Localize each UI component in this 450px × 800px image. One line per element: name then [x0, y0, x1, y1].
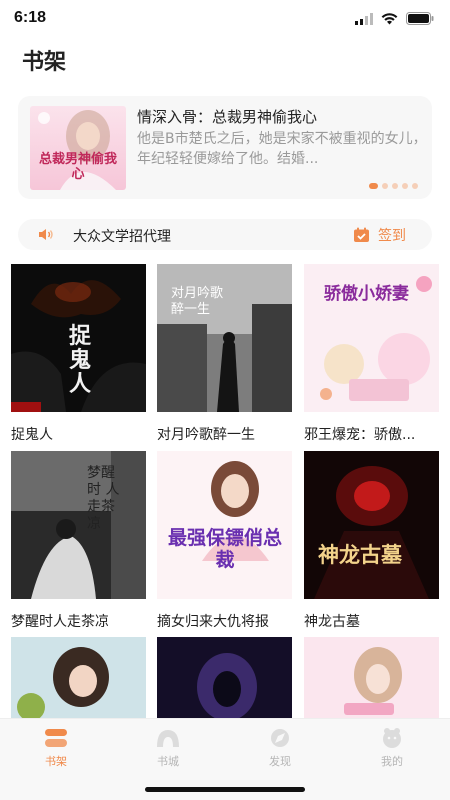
- calendar-check-icon: [354, 227, 369, 242]
- book-item[interactable]: 骄傲小娇妻 邪王爆宠：骄傲...: [304, 264, 439, 444]
- book-cover[interactable]: 捉鬼人: [11, 264, 146, 412]
- book-cover-text: 最强保镖俏总裁: [167, 527, 282, 571]
- book-item[interactable]: 捉鬼人 捉鬼人: [11, 264, 146, 444]
- status-bar: 6:18: [0, 0, 450, 36]
- book-title[interactable]: 对月吟歌醉一生: [157, 424, 292, 444]
- book-cover[interactable]: 梦醒时 人走茶凉: [11, 451, 146, 599]
- profile-icon: [383, 728, 401, 748]
- signal-icon: [355, 12, 373, 25]
- banner-book-cover[interactable]: 总裁男神偷我心: [30, 106, 126, 190]
- speaker-icon: [39, 229, 53, 240]
- book-cover[interactable]: [157, 637, 292, 718]
- notice-bar[interactable]: 大众文学招代理 签到: [18, 219, 432, 250]
- book-cover[interactable]: 骄傲小娇妻: [304, 264, 439, 412]
- book-cover-text: 捉鬼人: [69, 323, 92, 397]
- book-item[interactable]: 最强保镖俏总裁 摘女归来大仇将报: [157, 451, 292, 631]
- pagination-dot[interactable]: [402, 183, 408, 189]
- banner-cover-text: 总裁男神偷我心: [38, 152, 117, 182]
- book-cover-text: 梦醒时 人走茶凉: [87, 465, 120, 532]
- banner-description: 他是B市楚氏之后，她是宋家不被重视的女儿，年纪轻轻便嫁给了他。结婚...: [137, 131, 427, 167]
- book-title[interactable]: 梦醒时人走茶凉: [11, 611, 146, 631]
- book-cover[interactable]: 最强保镖俏总裁: [157, 451, 292, 599]
- status-time: 6:18: [14, 9, 47, 26]
- pagination-dot[interactable]: [392, 183, 398, 189]
- pagination-dot[interactable]: [382, 183, 388, 189]
- pagination-dot[interactable]: [369, 183, 378, 189]
- book-cover-text: 骄傲小娇妻: [324, 284, 409, 304]
- book-title[interactable]: 神龙古墓: [304, 611, 439, 631]
- book-item[interactable]: 对月吟歌醉一生 对月吟歌醉一生: [157, 264, 292, 444]
- book-item[interactable]: 神龙古墓 神龙古墓: [304, 451, 439, 631]
- book-title[interactable]: 邪王爆宠：骄傲...: [304, 424, 439, 444]
- tab-profile[interactable]: 我的: [352, 727, 432, 769]
- book-item[interactable]: [304, 637, 439, 718]
- tab-discover[interactable]: 发现: [240, 727, 320, 769]
- tab-label: 书架: [45, 755, 67, 768]
- bookshelf-icon: [45, 729, 67, 747]
- book-cover[interactable]: [11, 637, 146, 718]
- book-title[interactable]: 捉鬼人: [11, 424, 146, 444]
- book-item[interactable]: [157, 637, 292, 718]
- book-cover[interactable]: 神龙古墓: [304, 451, 439, 599]
- book-cover-text: 对月吟歌醉一生: [171, 286, 224, 317]
- page-title: 书架: [22, 50, 67, 75]
- pagination-dot[interactable]: [412, 183, 418, 189]
- tab-bookshelf[interactable]: 书架: [16, 727, 96, 769]
- book-cover[interactable]: [304, 637, 439, 718]
- banner-pagination: [369, 183, 418, 189]
- book-cover[interactable]: 对月吟歌醉一生: [157, 264, 292, 412]
- tab-label: 我的: [381, 755, 403, 768]
- book-item[interactable]: 梦醒时 人走茶凉 梦醒时人走茶凉: [11, 451, 146, 631]
- home-indicator: [145, 787, 305, 792]
- tab-label: 书城: [157, 755, 179, 768]
- book-title[interactable]: 摘女归来大仇将报: [157, 611, 292, 631]
- battery-icon: [406, 12, 434, 25]
- discover-icon: [271, 729, 289, 747]
- wifi-icon: [381, 12, 398, 24]
- tab-label: 发现: [269, 755, 291, 768]
- notice-text[interactable]: 大众文学招代理: [73, 226, 171, 246]
- banner-title[interactable]: 情深入骨：总裁男神偷我心: [137, 106, 317, 127]
- featured-banner[interactable]: 总裁男神偷我心 情深入骨：总裁男神偷我心 他是B市楚氏之后，她是宋家不被重视的女…: [18, 96, 432, 199]
- signin-button[interactable]: 签到: [353, 225, 406, 245]
- signin-label: 签到: [378, 228, 406, 244]
- bookstore-icon: [157, 730, 179, 747]
- book-cover-text: 神龙古墓: [318, 542, 402, 567]
- book-item[interactable]: [11, 637, 146, 718]
- status-icons: [355, 12, 434, 25]
- tab-bookstore[interactable]: 书城: [128, 727, 208, 769]
